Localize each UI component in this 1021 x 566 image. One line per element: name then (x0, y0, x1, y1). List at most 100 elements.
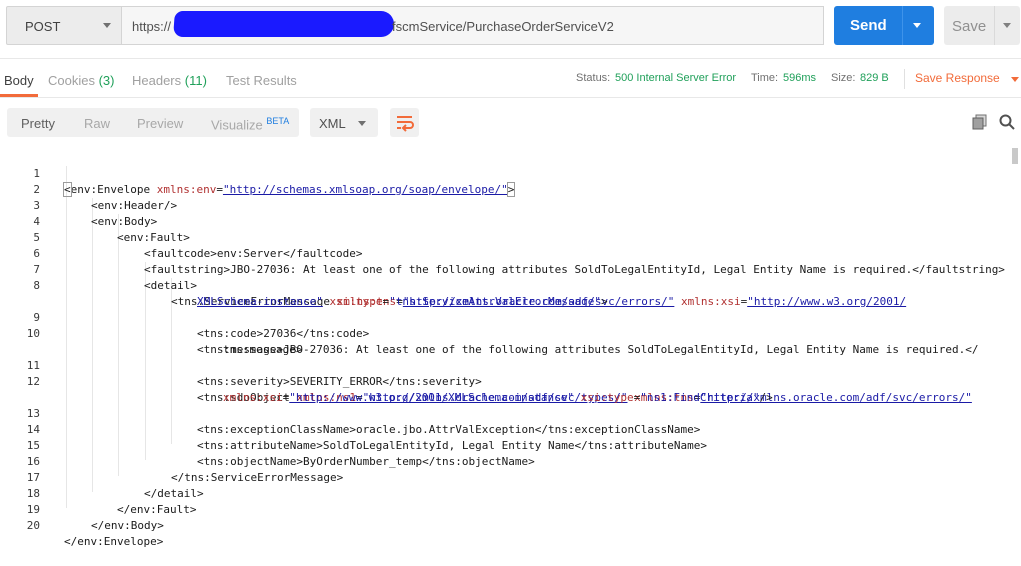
send-label: Send (850, 17, 887, 34)
code-line: 14 <tns:attributeName>SoldToLegalEntityI… (0, 406, 707, 452)
code-line: 18 </env:Fault> (0, 470, 197, 516)
tab-body[interactable]: Body (4, 73, 34, 88)
response-body-editor[interactable]: 1 <env:Envelope xmlns:env="http://schema… (0, 148, 1012, 548)
save-button[interactable]: Save (944, 6, 1020, 45)
editor-scrollbar[interactable] (1012, 148, 1018, 164)
indent-guide (66, 166, 67, 508)
tab-cookies[interactable]: Cookies (3) (48, 73, 114, 88)
code-line: 1 <env:Envelope xmlns:env="http://schema… (0, 150, 516, 197)
method-label: POST (25, 19, 61, 34)
code-text: </env:Body> (91, 519, 164, 532)
response-tabs: Body Cookies (3) Headers (11) Test Resul… (0, 58, 1021, 98)
tab-cookies-count: (3) (98, 73, 115, 88)
code-line: 5 <faultcode>env:Server</faultcode> (0, 214, 362, 260)
code-text: xmlns:xsi="http://www.w3.org/2001/XMLSch… (223, 391, 773, 404)
code-line: 19 </env:Body> (0, 486, 164, 532)
method-select[interactable]: POST (6, 6, 122, 45)
view-raw[interactable]: Raw (84, 116, 110, 131)
time-label: Time: (751, 72, 779, 84)
code-text: <tns:objectName>ByOrderNumber_temp</tns:… (197, 455, 535, 468)
code-line: 12 <tns:sdoObject xmlns:ns1="http://xmln… (0, 358, 972, 404)
url-suffix: fscmService/PurchaseOrderServiceV2 (392, 19, 614, 34)
code-text: <env:Header/> (91, 199, 178, 212)
size-value: 829 B (860, 72, 889, 84)
code-text: </env:Fault> (117, 503, 197, 516)
code-text: <env:Fault> (117, 231, 190, 244)
format-select[interactable]: XML (310, 108, 378, 137)
code-text: <tns:code>27036</tns:code> (197, 327, 370, 340)
save-label: Save (952, 18, 987, 35)
code-line: 13 <tns:exceptionClassName>oracle.jbo.At… (0, 390, 701, 436)
code-line: 17 </detail> (0, 454, 204, 500)
chevron-down-icon (358, 121, 366, 126)
copy-icon[interactable] (972, 114, 988, 130)
code-line: 3 <env:Body> (0, 182, 157, 228)
indent-guide (92, 198, 93, 492)
url-prefix: https:// (132, 19, 172, 34)
format-label: XML (319, 116, 346, 131)
code-line: 2 <env:Header/> (0, 166, 177, 212)
send-button[interactable]: Send (834, 6, 934, 45)
code-text: <tns:exceptionClassName>oracle.jbo.AttrV… (197, 423, 701, 436)
chevron-down-icon (103, 23, 111, 28)
code-text: <tns:attributeName>SoldToLegalEntityId, … (197, 439, 707, 452)
code-line: 8 <tns:ServiceErrorMessage xmlns:tns="ht… (0, 262, 906, 308)
search-icon[interactable] (999, 114, 1015, 130)
status-label: Status: (576, 72, 611, 84)
view-visualize[interactable]: Visualize BETA (211, 116, 289, 132)
active-tab-indicator (0, 94, 38, 97)
code-line: 10 <tns:message>JBO-27036: At least one … (0, 310, 979, 356)
view-toolbar: Pretty Raw Preview Visualize BETA XML (0, 98, 1021, 146)
code-line: 4 <env:Fault> (0, 198, 189, 244)
code-text: XMLSchema-instance" xsi:type="tns:Servic… (197, 295, 608, 308)
save-response-button[interactable]: Save Response (915, 71, 1000, 85)
view-visualize-label: Visualize (211, 117, 263, 133)
code-line: 6 <faultstring>JBO-27036: At least one o… (0, 230, 1005, 276)
view-mode-group: Pretty Raw Preview Visualize BETA (7, 108, 299, 137)
view-preview[interactable]: Preview (137, 116, 183, 131)
code-text: <tns:severity>SEVERITY_ERROR</tns:severi… (197, 375, 482, 388)
save-divider (994, 6, 995, 45)
code-line-wrap: xmlns:xsi="http://www.w3.org/2001/XMLSch… (0, 374, 773, 404)
code-line-wrap: tns:message> (0, 326, 302, 356)
wrap-lines-button[interactable] (390, 108, 419, 137)
request-bar: POST https:// fscmService/PurchaseOrderS… (0, 0, 1021, 58)
code-text: <env:Body> (91, 215, 158, 228)
code-line: 15 <tns:objectName>ByOrderNumber_temp</t… (0, 422, 535, 468)
code-line: 16 </tns:ServiceErrorMessage> (0, 438, 343, 484)
url-redaction-mark (173, 11, 395, 37)
tabs-divider (904, 69, 905, 89)
view-pretty[interactable]: Pretty (21, 116, 55, 131)
size-label: Size: (831, 72, 856, 84)
tab-headers-label: Headers (132, 73, 182, 88)
code-line-wrap: XMLSchema-instance" xsi:type="tns:Servic… (0, 278, 608, 308)
code-line: 11 <tns:severity>SEVERITY_ERROR</tns:sev… (0, 342, 482, 388)
url-input[interactable]: https:// fscmService/PurchaseOrderServic… (122, 6, 824, 45)
wrap-lines-icon (397, 116, 414, 132)
tab-test-results[interactable]: Test Results (226, 73, 297, 88)
time-value: 596ms (783, 72, 817, 84)
code-text: <faultcode>env:Server</faultcode> (144, 247, 363, 260)
status-value: 500 Internal Server Error (615, 72, 737, 84)
indent-guide (118, 214, 119, 476)
code-text: <faultstring>JBO-27036: At least one of … (144, 263, 1005, 276)
send-divider (902, 6, 903, 45)
send-options-chevron-icon[interactable] (913, 23, 921, 28)
save-options-chevron-icon[interactable] (1003, 23, 1011, 28)
code-line: 9 <tns:code>27036</tns:code> (0, 294, 369, 340)
code-text: </tns:ServiceErrorMessage> (171, 471, 344, 484)
code-text: tns:message> (223, 343, 303, 356)
code-text: </detail> (144, 487, 204, 500)
code-line: 20 </env:Envelope> (0, 502, 164, 548)
code-text: </env:Envelope> (64, 535, 164, 548)
code-text: <detail> (144, 279, 197, 292)
tab-headers[interactable]: Headers (11) (132, 73, 207, 88)
code-text: <env:Envelope xmlns:env="http://schemas.… (63, 182, 516, 197)
tab-cookies-label: Cookies (48, 73, 95, 88)
beta-badge: BETA (266, 116, 290, 126)
code-text: <tns:message>JBO-27036: At least one of … (197, 343, 979, 356)
save-response-chevron-icon[interactable] (1011, 77, 1019, 82)
line-number: 20 (26, 519, 40, 532)
tab-headers-count: (11) (184, 73, 207, 88)
code-line: 7 <detail> (0, 246, 197, 292)
